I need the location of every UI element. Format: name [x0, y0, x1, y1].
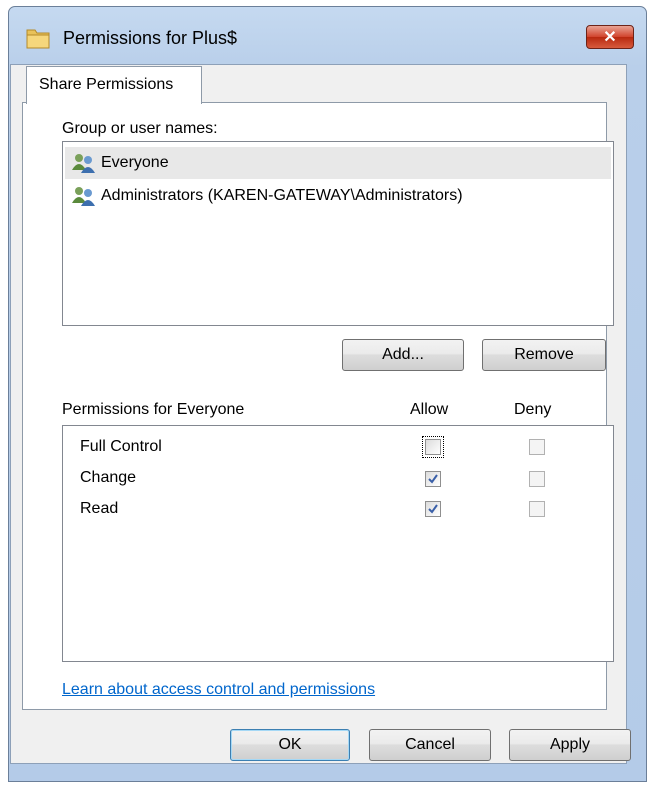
permissions-for-label: Permissions for Everyone	[62, 401, 245, 418]
permission-name-read: Read	[80, 500, 119, 517]
checkmark-icon	[428, 504, 438, 514]
list-item-label: Everyone	[101, 154, 169, 171]
title-bar[interactable]: Permissions for Plus$ ✕	[9, 7, 646, 63]
deny-change-checkbox[interactable]	[529, 471, 545, 487]
group-or-user-names-label: Group or user names:	[62, 120, 218, 137]
allow-full-control-checkbox[interactable]	[422, 436, 444, 458]
remove-button[interactable]: Remove	[482, 339, 606, 371]
tab-share-permissions[interactable]: Share Permissions	[26, 66, 202, 104]
users-icon	[72, 154, 95, 173]
allow-read-checkbox[interactable]	[425, 501, 441, 517]
permissions-list	[62, 425, 614, 662]
folder-icon	[26, 29, 50, 49]
ok-button[interactable]: OK	[230, 729, 350, 761]
permission-name-full-control: Full Control	[80, 438, 162, 455]
cancel-button[interactable]: Cancel	[369, 729, 491, 761]
deny-column-header: Deny	[514, 401, 552, 418]
checkmark-icon	[428, 474, 438, 484]
list-item-administrators[interactable]: Administrators (KAREN-GATEWAY\Administra…	[65, 180, 611, 212]
group-user-listbox[interactable]: Everyone Administrators (KAREN-GATEWAY\A…	[62, 141, 614, 326]
deny-full-control-checkbox[interactable]	[529, 439, 545, 455]
window-title: Permissions for Plus$	[63, 28, 238, 48]
close-button[interactable]: ✕	[586, 25, 634, 49]
list-item-everyone[interactable]: Everyone	[65, 147, 611, 179]
list-item-label: Administrators (KAREN-GATEWAY\Administra…	[101, 187, 463, 204]
allow-column-header: Allow	[410, 401, 449, 418]
apply-button[interactable]: Apply	[509, 729, 631, 761]
help-link[interactable]: Learn about access control and permissio…	[62, 681, 375, 699]
allow-change-checkbox[interactable]	[425, 471, 441, 487]
permission-name-change: Change	[80, 469, 137, 486]
add-button[interactable]: Add...	[342, 339, 464, 371]
deny-read-checkbox[interactable]	[529, 501, 545, 517]
users-icon	[72, 187, 95, 206]
